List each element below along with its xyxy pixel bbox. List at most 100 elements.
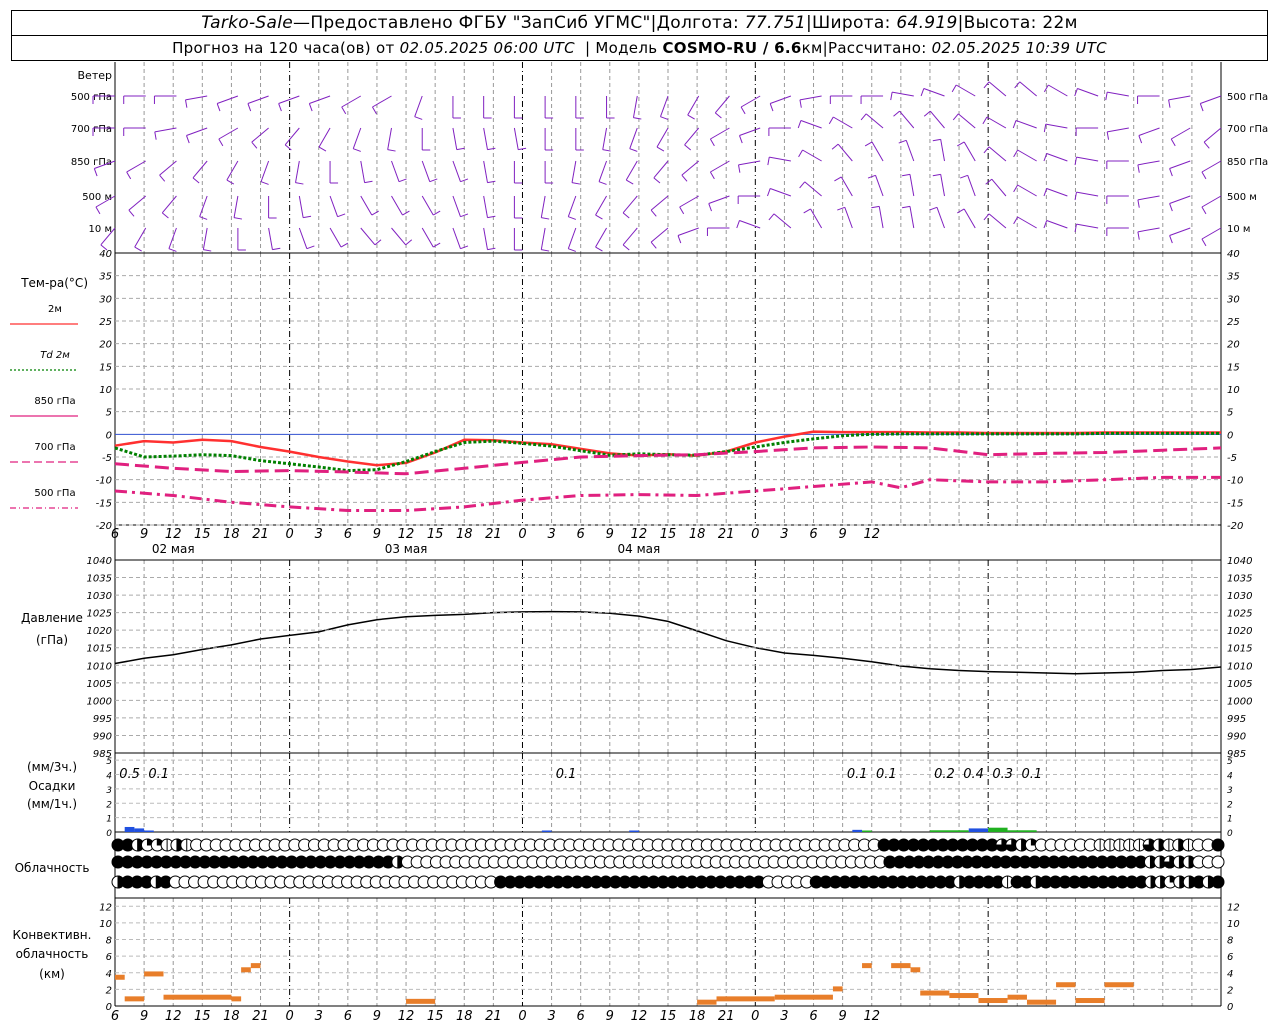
wind-barb-feather (932, 173, 941, 177)
wind-barb (625, 160, 638, 181)
wind-barb-feather (767, 188, 771, 197)
wind-barb-feather (487, 147, 496, 151)
convective-cloud-bar (250, 963, 261, 969)
wind-level-label-right: 10 м (1227, 224, 1250, 235)
precip-bar (541, 830, 552, 832)
convective-cloud-bar (949, 993, 979, 999)
wind-barb (840, 176, 853, 197)
hour-tick-label-bottom: 12 (165, 1009, 182, 1024)
hour-tick-label-bottom: 6 (344, 1009, 352, 1024)
wind-barb (360, 195, 373, 216)
wind-barb (360, 227, 376, 246)
wind-barb (268, 227, 273, 250)
wind-barb-feather (185, 99, 188, 108)
wind-barb (991, 178, 1007, 197)
hour-tick-label-bottom: 21 (252, 1009, 269, 1024)
wind-barb (1048, 84, 1068, 97)
precip-amount-label: 0.1 (148, 767, 169, 782)
pressure-tick-left: 1005 (87, 679, 112, 690)
hour-tick-label-bottom: 0 (751, 1009, 759, 1024)
temp-legend-label: 700 гПа (34, 442, 75, 453)
precip-bar (929, 830, 969, 832)
wind-barb (963, 208, 976, 229)
wind-barb (1137, 195, 1160, 201)
conv-tick-left: 2 (106, 985, 112, 996)
pressure-tick-left: 1020 (87, 626, 112, 637)
pressure-tick-left: 1015 (87, 644, 112, 655)
wind-level-label-right: 500 гПа (1227, 92, 1268, 103)
wind-barb-feather (303, 215, 312, 219)
wind-barb-feather (337, 213, 346, 218)
wind-barb-feather (456, 147, 465, 151)
wind-barb (1015, 120, 1037, 129)
wind-barb-feather (622, 212, 630, 219)
wind-barb-feather (893, 110, 900, 117)
wind-barb (126, 160, 146, 173)
wind-barb-feather (633, 117, 642, 120)
wind-barb-feather (306, 245, 315, 250)
date-label: 03 мая (385, 542, 428, 556)
wind-barb-feather (295, 182, 304, 185)
wind-barb (770, 188, 792, 197)
hour-tick-label-bottom: 3 (315, 1009, 323, 1024)
pressure-tick-left: 1000 (87, 696, 112, 707)
wind-barb (875, 175, 884, 197)
wind-level-label-left: 500 м (82, 192, 112, 203)
precip-tick-left: 2 (106, 800, 112, 810)
wind-barb (128, 195, 147, 211)
wind-barb (218, 127, 239, 140)
hour-tick-label: 0 (518, 527, 526, 542)
wind-barb-feather (598, 181, 607, 185)
wind-barb-feather (93, 168, 98, 177)
hour-tick-label-bottom: 0 (518, 1009, 526, 1024)
wind-barb (217, 95, 239, 104)
wind-barb-feather (218, 138, 224, 147)
cloud-full-icon (1211, 875, 1225, 889)
cloud-title: Облачность (15, 861, 90, 875)
pressure-tick-right: 1000 (1227, 696, 1252, 707)
wind-barb-feather (1106, 131, 1110, 140)
wind-barb (1046, 188, 1068, 197)
wind-barb-feather (629, 148, 638, 152)
precip-bar (144, 830, 154, 832)
convective-cloud-bar (1056, 982, 1076, 988)
conv-tick-right: 0 (1227, 1002, 1233, 1013)
wind-level-label-right: 500 м (1227, 192, 1257, 203)
wind-barb (1169, 195, 1191, 204)
hour-tick-label-bottom: 9 (140, 1009, 148, 1024)
temp-tick-right: 20 (1227, 340, 1240, 351)
hour-tick-label: 0 (285, 527, 293, 542)
conv-tick-left: 6 (106, 952, 112, 963)
wind-barb (963, 141, 976, 162)
hour-tick-label: 9 (606, 527, 614, 542)
wind-barb (352, 127, 362, 149)
temp-tick-right: -20 (1227, 521, 1243, 532)
precip-unit-3h: (мм/3ч.) (27, 760, 77, 774)
wind-barb-feather (952, 113, 959, 121)
wind-barb-feather (216, 103, 221, 112)
wind-barb (773, 213, 792, 229)
wind-barb-feather (920, 88, 925, 97)
hour-tick-label: 21 (252, 527, 269, 542)
wind-barb (513, 127, 519, 150)
wind-barb (309, 95, 331, 104)
wind-barb-feather (650, 209, 657, 217)
precip-bar (968, 828, 989, 832)
wind-barb-feather (1169, 203, 1173, 212)
wind-barb-feather (1168, 99, 1171, 108)
wind-barb (192, 160, 208, 179)
wind-barb-feather (371, 210, 379, 216)
wind-barb (770, 95, 792, 104)
temp-tick-left: 30 (99, 294, 112, 305)
wind-barb-feather (372, 106, 377, 115)
wind-barb (185, 95, 208, 101)
hour-tick-label-bottom: 21 (485, 1009, 502, 1024)
wind-barb (329, 227, 342, 248)
hour-tick-label-bottom: 6 (577, 1009, 585, 1024)
precip-tick-right: 1 (1227, 815, 1233, 825)
convective-cloud-bar (1104, 982, 1134, 988)
pressure-tick-right: 995 (1227, 714, 1246, 725)
conv-tick-right: 6 (1227, 952, 1233, 963)
wind-barb-feather (960, 174, 968, 179)
wind-barb (186, 127, 208, 136)
